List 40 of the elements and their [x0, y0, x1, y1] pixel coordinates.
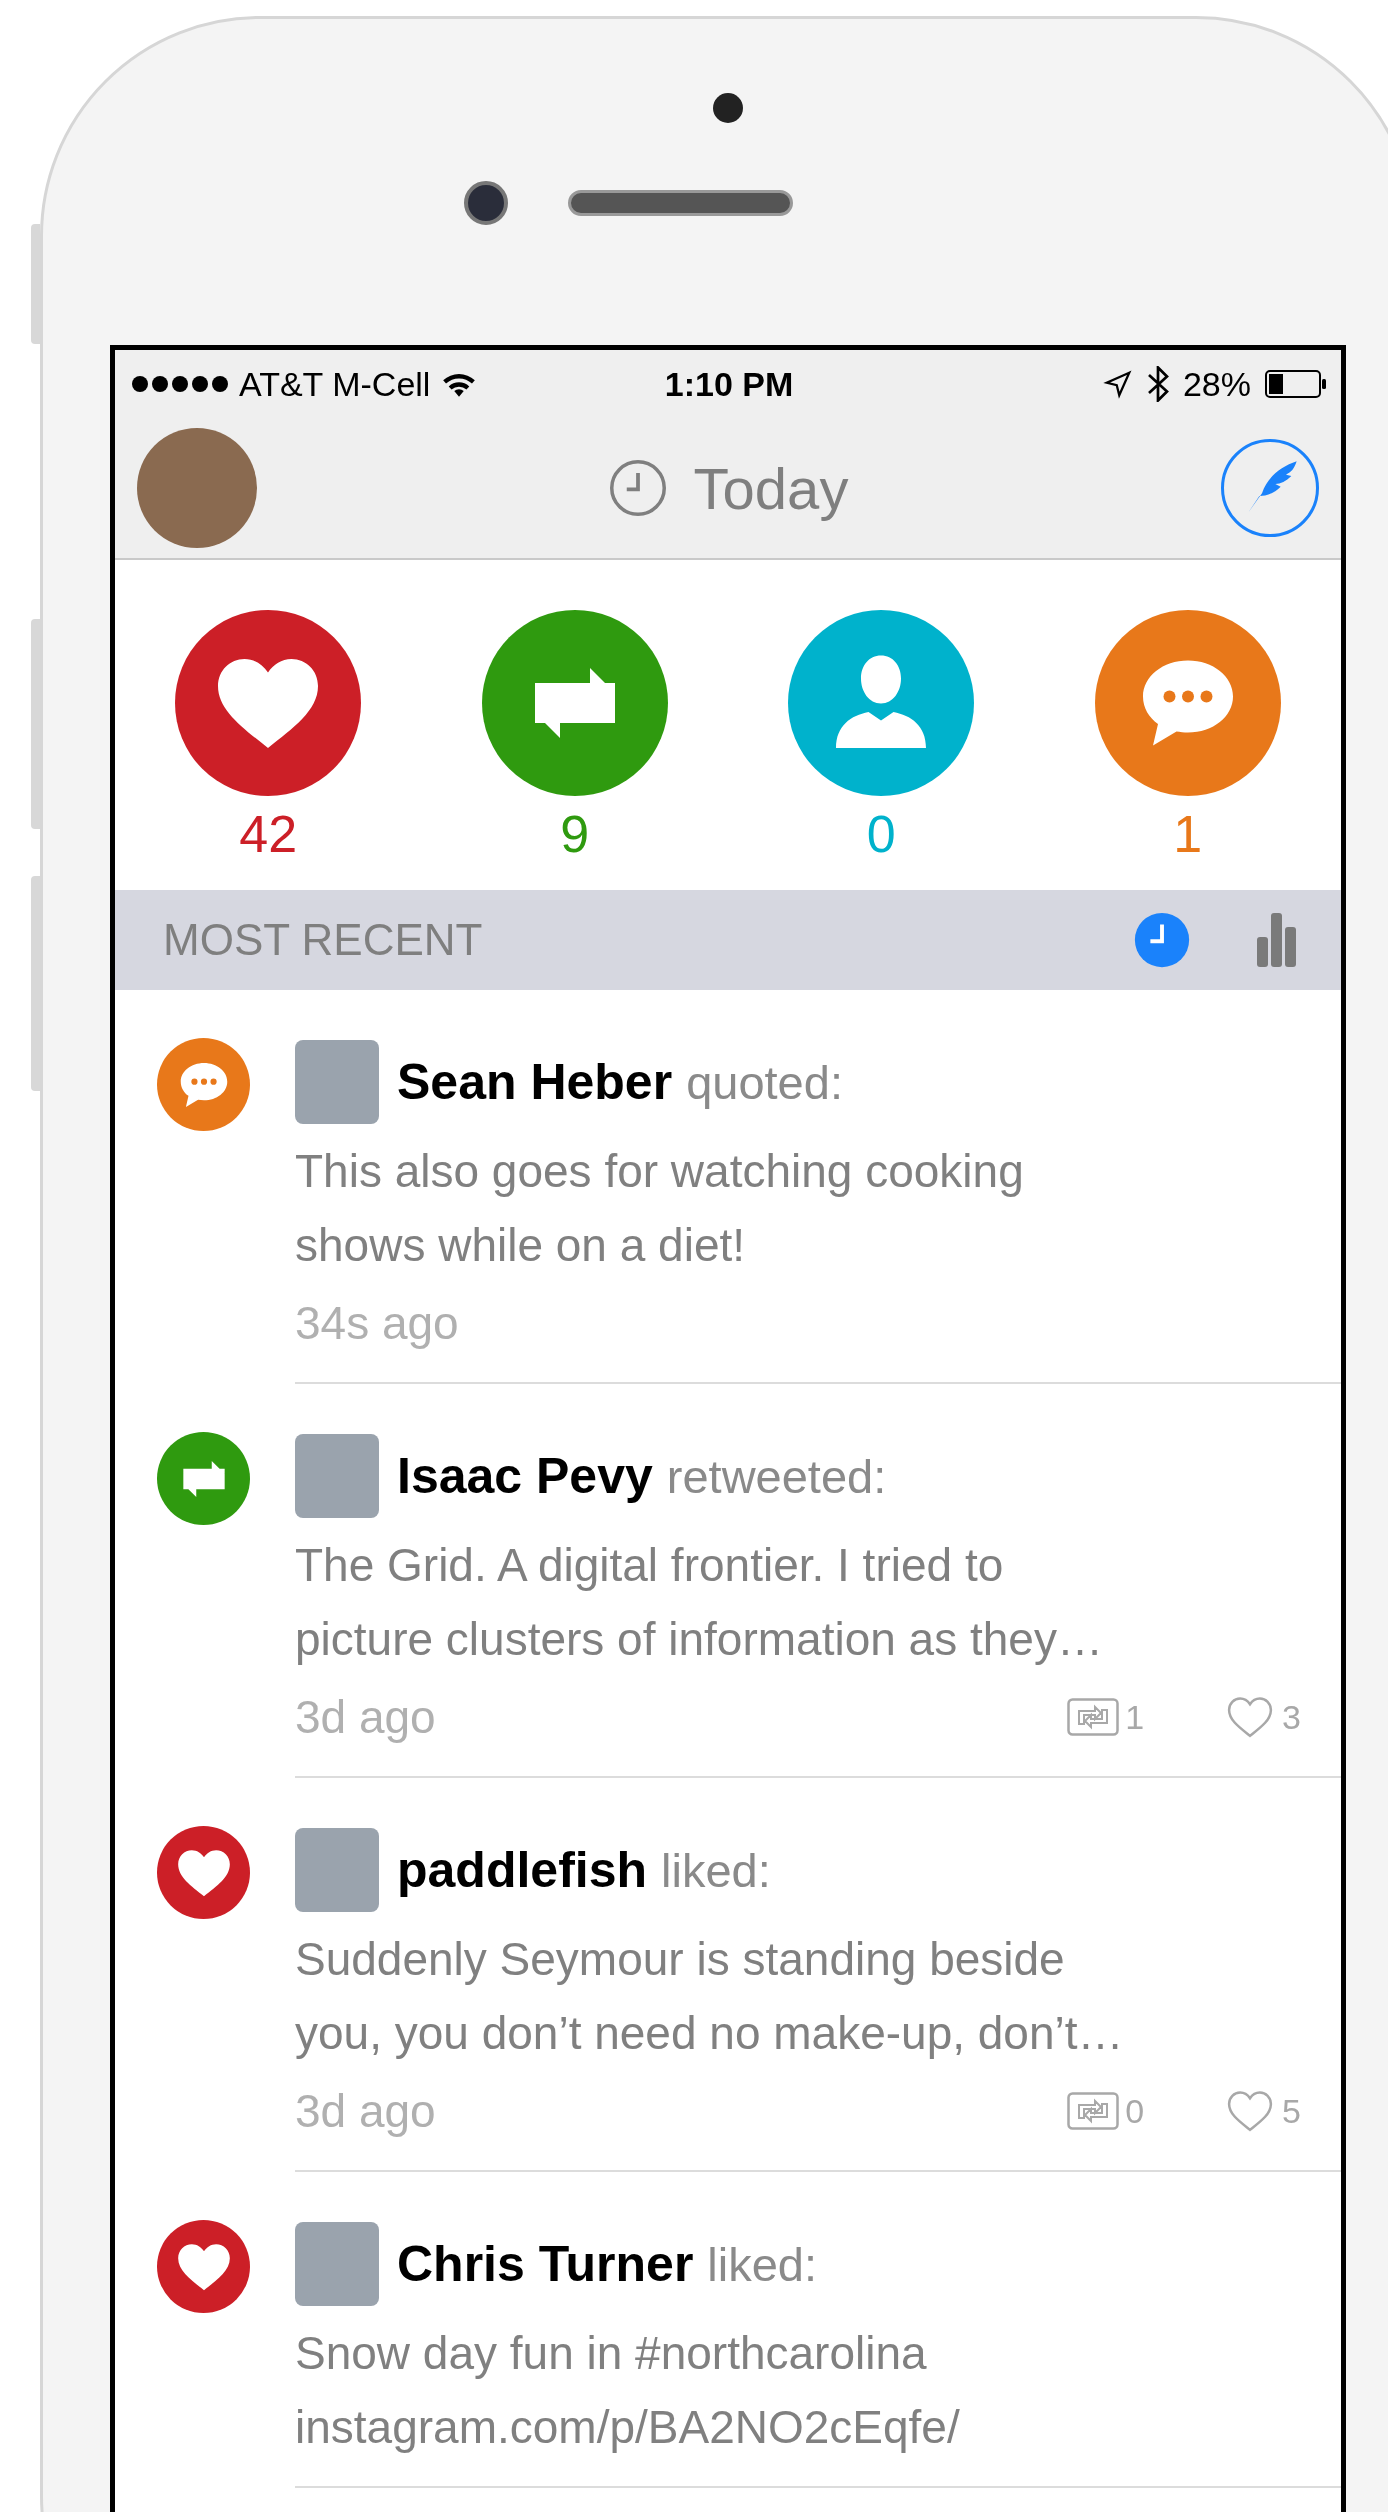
- bar-chart-icon: [1257, 913, 1297, 967]
- stat-count: 0: [866, 804, 896, 864]
- user-name[interactable]: Isaac Pevy: [397, 1447, 653, 1505]
- carrier-name: AT&T M-Cell: [239, 364, 431, 404]
- user-name[interactable]: Chris Turner: [397, 2235, 694, 2293]
- timestamp: 3d ago: [295, 2084, 436, 2139]
- location-arrow-icon: [1102, 369, 1133, 399]
- retweet-count: 0: [1125, 2091, 1145, 2131]
- tweet-text: This also goes for watching cooking shows while on a diet!: [295, 1144, 1025, 1273]
- signal-icon: [131, 375, 229, 393]
- clock-icon: [607, 458, 668, 518]
- tweet-text: The Grid. A digital frontier. I tried to picture clusters of information as they…: [295, 1538, 1104, 1667]
- like-count: 3: [1282, 1697, 1301, 1737]
- page-title: Today: [693, 454, 849, 522]
- bluetooth-icon: [1146, 366, 1169, 402]
- battery-percent: 28%: [1182, 364, 1251, 404]
- retweet-icon: [1067, 1698, 1120, 1736]
- compose-button[interactable]: [1221, 439, 1319, 537]
- tweet-text: Snow day fun in #northcarolina instagram.com/p/BA2NO2cEqfe/: [295, 2326, 961, 2455]
- retweet-count: 1: [1125, 1697, 1145, 1737]
- retweet-icon: [1067, 2092, 1120, 2130]
- activity-action: quoted:: [686, 1054, 843, 1110]
- stat-count: 9: [560, 804, 590, 864]
- stats-tab[interactable]: [1257, 913, 1297, 967]
- battery-icon: [1265, 370, 1327, 398]
- like-count: 5: [1282, 2091, 1301, 2131]
- user-name[interactable]: paddlefish: [397, 1841, 648, 1899]
- user-name[interactable]: Sean Heber: [397, 1053, 673, 1111]
- timestamp: 3d ago: [295, 1690, 436, 1745]
- clock-time: 1:10 PM: [664, 364, 794, 404]
- proximity-sensor: [713, 93, 743, 123]
- section-title: MOST RECENT: [163, 915, 483, 965]
- activity-action: liked:: [661, 1842, 771, 1898]
- tweet-text: Suddenly Seymour is standing beside you, you don’t need no make-up, don’t…: [295, 1932, 1125, 2061]
- stat-count: 1: [1173, 804, 1203, 864]
- front-camera: [463, 181, 508, 225]
- activity-action: liked:: [707, 2236, 818, 2292]
- activity-action: retweeted:: [666, 1448, 887, 1504]
- stat-count: 42: [239, 804, 298, 864]
- timestamp: 34s ago: [295, 1296, 459, 1351]
